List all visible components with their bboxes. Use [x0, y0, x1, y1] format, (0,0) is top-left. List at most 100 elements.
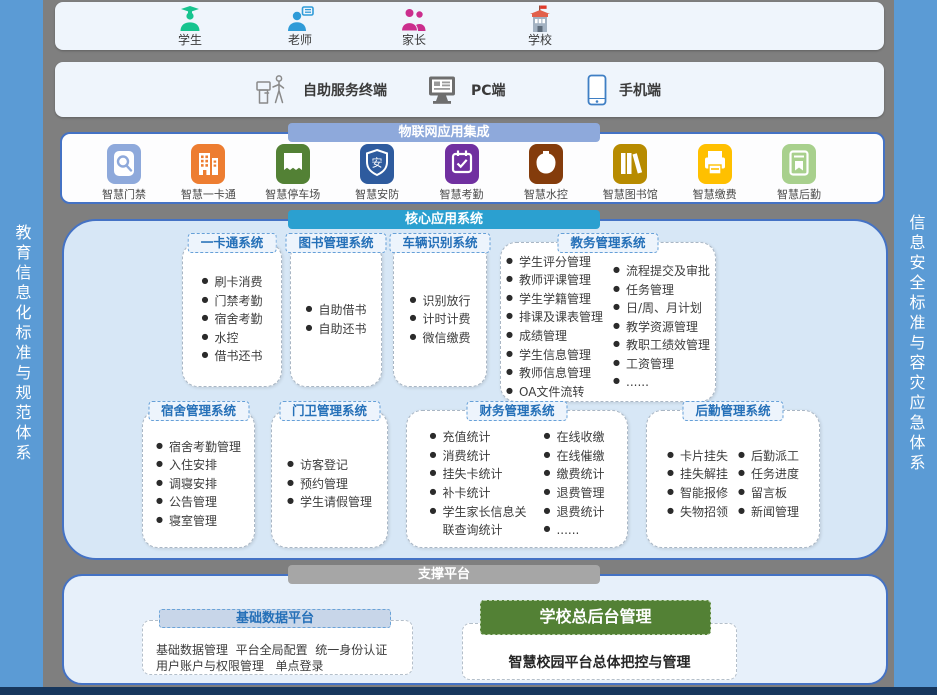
smart-logistics-icon [782, 144, 816, 184]
bullet-item: 学生信息管理 [506, 346, 603, 365]
bottom-strip [0, 687, 937, 695]
svg-text:安: 安 [372, 156, 383, 170]
bullet-item: 预约管理 [287, 475, 372, 494]
bullet-item: 学生评分管理 [506, 253, 603, 272]
system-title: 图书管理系统 [285, 233, 386, 253]
terminal-mobile: 手机端 [587, 62, 661, 117]
system-box-onecard: 一卡通系统 刷卡消费门禁考勤宿舍考勤水控借书还书 [182, 242, 282, 387]
smart-security-icon: 安 [360, 144, 394, 184]
terminal-kiosk: 自助服务终端 [255, 62, 387, 117]
iot-item-security: 安 智慧安防 [343, 144, 411, 202]
bullet-item: 挂失卡统计 [429, 465, 533, 484]
bullet-item: 刷卡消费 [201, 273, 262, 292]
bullet-item: 任务进度 [738, 465, 799, 484]
system-bullet-list: 学生评分管理教师评课管理学生学籍管理排课及课表管理成绩管理学生信息管理教师信息管… [506, 253, 603, 402]
student-icon [175, 5, 205, 33]
bullet-item: 退费管理 [543, 484, 604, 503]
base-platform-line: 基础数据管理 平台全局配置 统一身份认证 [156, 642, 404, 658]
iot-item-label: 智慧图书馆 [596, 186, 664, 202]
smart-attendance-icon [445, 144, 479, 184]
user-role-school: 学校 [500, 5, 580, 47]
bullet-item: 在线收缴 [543, 428, 604, 447]
user-role-label: 老师 [260, 33, 340, 47]
bullet-item: 学生家长信息关联查询统计 [429, 503, 533, 540]
system-box-dormitory: 宿舍管理系统 宿舍考勤管理入住安排调寝安排公告管理寝室管理 [142, 410, 255, 548]
system-box-vehicle: 车辆识别系统 识别放行计时计费微信缴费 [393, 242, 487, 387]
bullet-item: ...... [543, 521, 604, 540]
support-section-header: 支撑平台 [288, 565, 600, 584]
core-applications-panel: 一卡通系统 刷卡消费门禁考勤宿舍考勤水控借书还书 图书管理系统 自助借书自助还书… [62, 219, 888, 560]
bullet-item: 学生学籍管理 [506, 290, 603, 309]
iot-item-access: 智慧门禁 [90, 144, 158, 202]
bullet-item: 公告管理 [156, 493, 241, 512]
iot-item-label: 智慧停车场 [259, 186, 327, 202]
bullet-item: 自助还书 [305, 320, 366, 339]
smart-parking-icon [276, 144, 310, 184]
bullet-item: 借书还书 [201, 347, 262, 366]
terminal-label: 手机端 [619, 80, 661, 100]
left-standards-banner: 教育信息化标准与规范体系 [0, 0, 43, 687]
system-bullet-list: 卡片挂失挂失解挂智能报修失物招领 [667, 447, 728, 521]
iot-item-label: 智慧一卡通 [174, 186, 242, 202]
bullet-item: 学生请假管理 [287, 493, 372, 512]
user-role-label: 家长 [374, 33, 454, 47]
iot-section-header: 物联网应用集成 [288, 123, 600, 142]
terminal-label: 自助服务终端 [303, 80, 387, 100]
bullet-item: 新闻管理 [738, 503, 799, 522]
teacher-icon [285, 5, 315, 33]
iot-item-parking: 智慧停车场 [259, 144, 327, 202]
bullet-item: 宿舍考勤管理 [156, 438, 241, 457]
support-platform-panel: 基础数据平台 基础数据管理 平台全局配置 统一身份认证 用户账户与权限管理 单点… [62, 574, 888, 685]
left-banner-text: 教育信息化标准与规范体系 [14, 224, 30, 464]
bullet-item: 卡片挂失 [667, 447, 728, 466]
user-role-teacher: 老师 [260, 5, 340, 47]
bullet-item: 排课及课表管理 [506, 308, 603, 327]
iot-item-label: 智慧水控 [512, 186, 580, 202]
system-box-logistics: 后勤管理系统 卡片挂失挂失解挂智能报修失物招领 后勤派工任务进度留言板新闻管理 [646, 410, 820, 548]
system-bullet-list: 刷卡消费门禁考勤宿舍考勤水控借书还书 [201, 273, 262, 366]
bullet-item: 入住安排 [156, 456, 241, 475]
iot-item-label: 智慧缴费 [681, 186, 749, 202]
bullet-item: 寝室管理 [156, 512, 241, 531]
bullet-item: 在线催缴 [543, 447, 604, 466]
bullet-item: 水控 [201, 329, 262, 348]
bullet-item: 后勤派工 [738, 447, 799, 466]
bullet-item: 充值统计 [429, 428, 533, 447]
right-standards-banner: 信息安全标准与容灾应急体系 [894, 0, 937, 687]
smart-library-icon [613, 144, 647, 184]
bullet-item: 日/周、月计划 [613, 299, 710, 318]
system-bullet-list: 在线收缴在线催缴缴费统计退费管理退费统计...... [543, 428, 604, 540]
user-roles-panel: 学生 老师 家长 [55, 2, 884, 50]
bullet-item: 任务管理 [613, 281, 710, 300]
system-bullet-list: 识别放行计时计费微信缴费 [409, 292, 470, 348]
terminals-panel: 自助服务终端 PC端 手机端 [55, 62, 884, 117]
iot-item-card: 智慧一卡通 [174, 144, 242, 202]
bullet-item: 补卡统计 [429, 484, 533, 503]
base-platform-line: 用户账户与权限管理 单点登录 [156, 658, 404, 674]
user-role-student: 学生 [150, 5, 230, 47]
bullet-item: 流程提交及审批 [613, 262, 710, 281]
smart-campus-architecture-diagram: 教育信息化标准与规范体系 信息安全标准与容灾应急体系 学生 [0, 0, 937, 695]
bullet-item: 消费统计 [429, 447, 533, 466]
bullet-item: 教师信息管理 [506, 364, 603, 383]
bullet-item: 访客登记 [287, 456, 372, 475]
system-title: 财务管理系统 [466, 401, 567, 421]
system-title: 宿舍管理系统 [148, 401, 249, 421]
bullet-item: 教职工绩效管理 [613, 336, 710, 355]
base-data-platform-title: 基础数据平台 [159, 609, 391, 628]
system-box-finance: 财务管理系统 充值统计消费统计挂失卡统计补卡统计学生家长信息关联查询统计 在线收… [406, 410, 628, 548]
iot-row: 智慧门禁 智慧一卡通 [62, 134, 883, 202]
bullet-item: ...... [613, 373, 710, 392]
base-data-platform-box: 基础数据管理 平台全局配置 统一身份认证 用户账户与权限管理 单点登录 [142, 620, 413, 675]
parents-icon [399, 5, 429, 33]
system-title: 门卫管理系统 [279, 401, 380, 421]
bullet-item: 缴费统计 [543, 465, 604, 484]
system-bullet-list: 宿舍考勤管理入住安排调寝安排公告管理寝室管理 [156, 438, 241, 531]
phone-icon [587, 74, 607, 106]
core-section-header: 核心应用系统 [288, 210, 600, 229]
iot-item-logistics: 智慧后勤 [765, 144, 833, 202]
system-box-academic: 教务管理系统 学生评分管理教师评课管理学生学籍管理排课及课表管理成绩管理学生信息… [500, 242, 716, 402]
bullet-item: OA文件流转 [506, 383, 603, 402]
iot-item-label: 智慧考勤 [428, 186, 496, 202]
system-box-gate: 门卫管理系统 访客登记预约管理学生请假管理 [271, 410, 388, 548]
